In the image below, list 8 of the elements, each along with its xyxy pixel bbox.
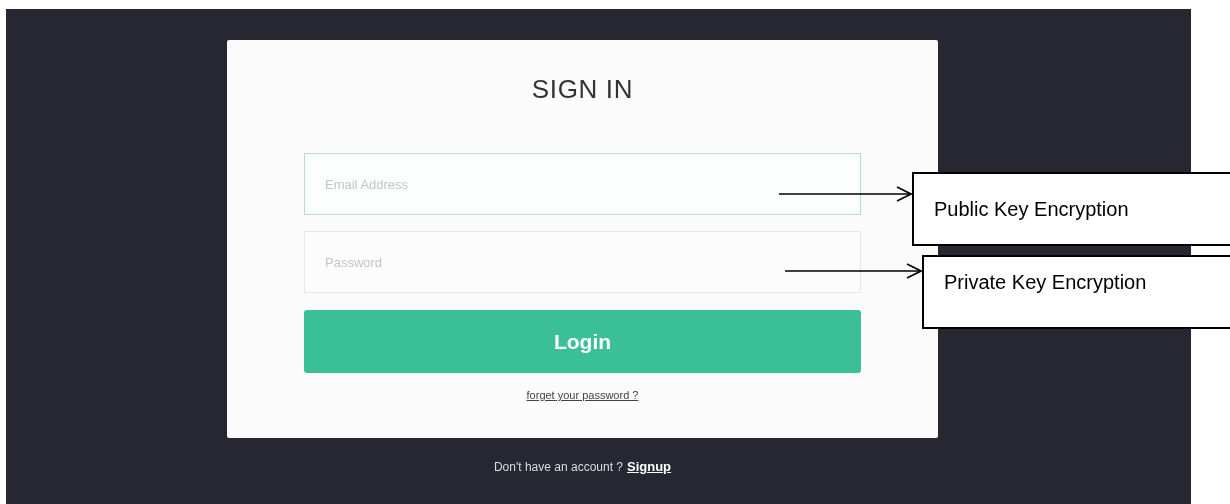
forgot-password-link[interactable]: forget your password ? xyxy=(526,387,639,404)
footer-text: Don't have an account ? xyxy=(493,459,623,476)
annotation-box: Private Key Encryption xyxy=(922,255,1230,329)
card-title: SIGN IN xyxy=(531,73,634,106)
signup-link[interactable]: Signup xyxy=(627,457,672,477)
input-field[interactable]: Password xyxy=(304,231,861,293)
input-field[interactable]: Email Address xyxy=(304,153,861,215)
annotation-box: Public Key Encryption xyxy=(912,172,1230,246)
